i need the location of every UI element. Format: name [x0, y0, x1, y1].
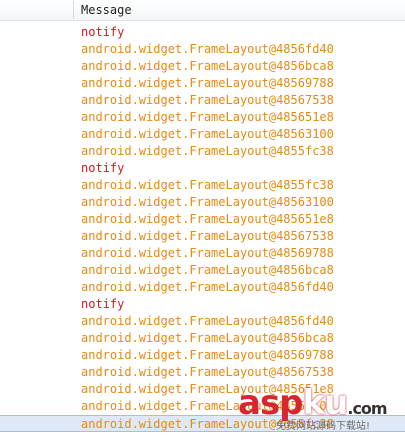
logcat-message-list[interactable]: notify android.widget.FrameLayout@4856fd4… [0, 24, 405, 432]
log-row[interactable]: android.widget.FrameLayout@4856bca8 [0, 58, 405, 75]
logcat-header: Message [0, 0, 405, 21]
log-row[interactable]: android.widget.FrameLayout@485651e8 [0, 211, 405, 228]
log-row[interactable]: android.widget.FrameLayout@4856fd40 [0, 41, 405, 58]
log-row[interactable]: android.widget.FrameLayout@48563100 [0, 398, 405, 415]
log-row[interactable]: android.widget.FrameLayout@48567538 [0, 228, 405, 245]
log-row[interactable]: android.widget.FrameLayout@4855fc38 [0, 143, 405, 160]
log-row[interactable]: android.widget.FrameLayout@48567538 [0, 364, 405, 381]
log-row[interactable]: android.widget.FrameLayout@4855fc38 [0, 415, 405, 432]
log-row-notify[interactable]: notify [0, 296, 405, 313]
message-column-header[interactable]: Message [81, 3, 132, 17]
column-divider[interactable] [73, 1, 74, 19]
log-row-notify[interactable]: notify [0, 24, 405, 41]
log-row[interactable]: android.widget.FrameLayout@48567538 [0, 92, 405, 109]
log-row[interactable]: android.widget.FrameLayout@4856fd40 [0, 313, 405, 330]
log-row[interactable]: android.widget.FrameLayout@48563100 [0, 194, 405, 211]
log-row[interactable]: android.widget.FrameLayout@48569788 [0, 347, 405, 364]
log-row[interactable]: android.widget.FrameLayout@4855fc38 [0, 177, 405, 194]
log-row[interactable]: android.widget.FrameLayout@48563100 [0, 126, 405, 143]
log-row[interactable]: android.widget.FrameLayout@485651e8 [0, 109, 405, 126]
log-row[interactable]: android.widget.FrameLayout@4856fd40 [0, 279, 405, 296]
log-row[interactable]: android.widget.FrameLayout@4856bca8 [0, 330, 405, 347]
log-row[interactable]: android.widget.FrameLayout@48569788 [0, 245, 405, 262]
log-row[interactable]: android.widget.FrameLayout@48569788 [0, 75, 405, 92]
log-row[interactable]: android.widget.FrameLayout@4856bca8 [0, 262, 405, 279]
log-row-notify[interactable]: notify [0, 160, 405, 177]
log-row[interactable]: android.widget.FrameLayout@485651e8 [0, 381, 405, 398]
